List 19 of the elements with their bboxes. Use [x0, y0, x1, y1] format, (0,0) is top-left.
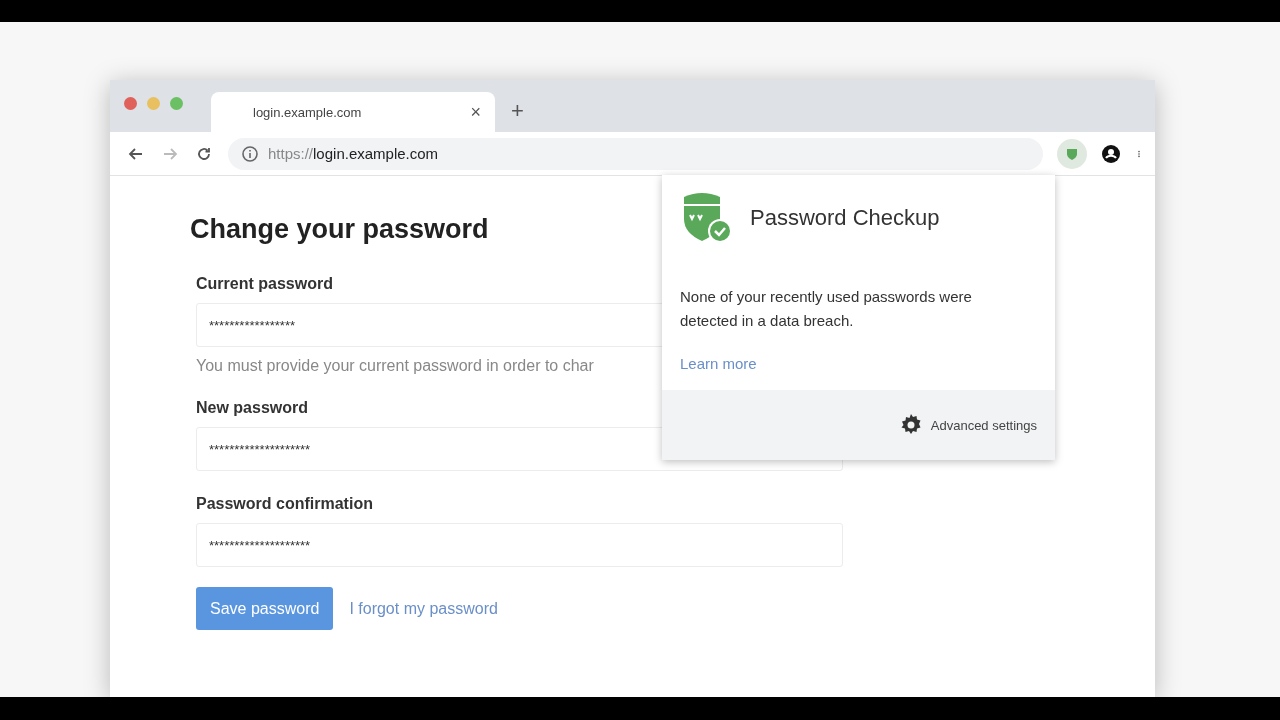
account-icon[interactable]	[1101, 143, 1121, 164]
extension-button[interactable]	[1057, 138, 1087, 169]
field-label: Password confirmation	[196, 495, 374, 513]
tab-close-button[interactable]: ×	[470, 101, 481, 123]
shield-icon	[1065, 146, 1079, 161]
info-icon[interactable]	[240, 143, 260, 164]
popup-title: Password Checkup	[750, 205, 940, 231]
field-label: Current password	[196, 275, 334, 293]
new-tab-button[interactable]: +	[511, 98, 524, 124]
url-text: https://login.example.com	[268, 145, 439, 162]
address-bar[interactable]: https://login.example.com	[228, 137, 1043, 170]
advanced-settings-link[interactable]: Advanced settings	[930, 417, 1037, 433]
close-window-icon[interactable]	[124, 96, 137, 110]
page-heading: Change your password	[190, 214, 489, 245]
maximize-window-icon[interactable]	[170, 96, 183, 110]
field-label: New password	[196, 399, 310, 417]
field-hint: You must provide your current password in order to char	[196, 357, 594, 375]
browser-tab[interactable]: login.example.com ×	[211, 92, 495, 132]
password-field[interactable]: ********************	[196, 523, 843, 567]
